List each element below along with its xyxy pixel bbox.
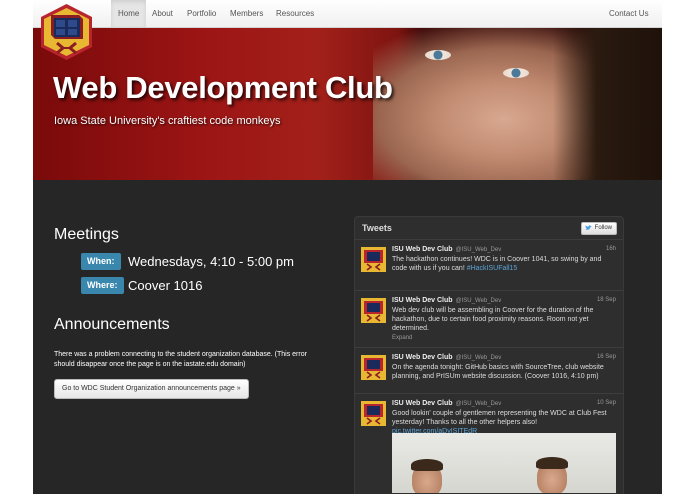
avatar-icon[interactable] bbox=[361, 247, 386, 272]
photo-hair-right bbox=[536, 457, 568, 469]
tweet-expand-link[interactable]: Expand bbox=[392, 335, 412, 341]
avatar-icon[interactable] bbox=[361, 298, 386, 323]
tweet-handle: @ISU_Web_Dev bbox=[455, 247, 502, 253]
meetings-heading: Meetings bbox=[54, 226, 119, 243]
tweet-author[interactable]: ISU Web Dev Club @ISU_Web_Dev bbox=[392, 354, 501, 361]
nav-contact[interactable]: Contact Us bbox=[602, 0, 656, 27]
tweets-widget: Tweets Follow ISU Web Dev Club @ISU_Web_D… bbox=[354, 216, 624, 494]
tweet-date[interactable]: 10 Sep bbox=[597, 400, 616, 406]
announcements-page-button[interactable]: Go to WDC Student Organization announcem… bbox=[54, 379, 249, 399]
when-label: When: bbox=[81, 253, 121, 270]
tweet-hashtag-link[interactable]: #HackISUFall15 bbox=[467, 265, 518, 272]
tweet-author[interactable]: ISU Web Dev Club @ISU_Web_Dev bbox=[392, 400, 501, 407]
tweet-item[interactable]: ISU Web Dev Club @ISU_Web_Dev 18 Sep Web … bbox=[355, 291, 623, 348]
nav-about[interactable]: About bbox=[145, 0, 180, 27]
nav-home[interactable]: Home bbox=[111, 0, 147, 27]
tweet-text: Good lookin' couple of gentlemen represe… bbox=[392, 409, 616, 436]
when-value: Wednesdays, 4:10 - 5:00 pm bbox=[128, 254, 294, 269]
hero-hair-shadow bbox=[553, 28, 662, 180]
where-value: Coover 1016 bbox=[128, 278, 203, 293]
tweet-author-name: ISU Web Dev Club bbox=[392, 297, 453, 304]
hero-subtitle: Iowa State University's craftiest code m… bbox=[54, 115, 281, 127]
tweet-text: Web dev club will be assembling in Coove… bbox=[392, 307, 594, 332]
avatar-icon[interactable] bbox=[361, 355, 386, 380]
hero-eye-left bbox=[425, 50, 451, 60]
tweet-author-name: ISU Web Dev Club bbox=[392, 246, 453, 253]
hero-banner: Web Development Club Iowa State Universi… bbox=[33, 28, 662, 180]
nav-resources[interactable]: Resources bbox=[269, 0, 321, 27]
tweet-text: The hackathon continues! WDC is in Coove… bbox=[392, 255, 616, 273]
navbar: Home About Portfolio Members Resources C… bbox=[33, 0, 662, 28]
tweet-author[interactable]: ISU Web Dev Club @ISU_Web_Dev bbox=[392, 246, 501, 253]
follow-label: Follow bbox=[594, 225, 612, 231]
tweet-handle: @ISU_Web_Dev bbox=[455, 355, 502, 361]
tweet-author[interactable]: ISU Web Dev Club @ISU_Web_Dev bbox=[392, 297, 501, 304]
twitter-bird-icon bbox=[584, 225, 592, 230]
where-label: Where: bbox=[81, 277, 124, 294]
tweet-date[interactable]: 16h bbox=[606, 246, 616, 252]
tweet-photo[interactable] bbox=[392, 433, 616, 493]
tweet-date[interactable]: 16 Sep bbox=[597, 354, 616, 360]
tweet-author-name: ISU Web Dev Club bbox=[392, 400, 453, 407]
tweet-handle: @ISU_Web_Dev bbox=[455, 298, 502, 304]
announcements-error-text: There was a problem connecting to the st… bbox=[54, 351, 307, 368]
tweet-item[interactable]: ISU Web Dev Club @ISU_Web_Dev 16 Sep On t… bbox=[355, 348, 623, 394]
tweet-item[interactable]: ISU Web Dev Club @ISU_Web_Dev 10 Sep Good… bbox=[355, 394, 623, 494]
follow-button[interactable]: Follow bbox=[580, 222, 617, 235]
page: Home About Portfolio Members Resources C… bbox=[33, 0, 662, 494]
tweet-item[interactable]: ISU Web Dev Club @ISU_Web_Dev 16h The hac… bbox=[355, 240, 623, 291]
tweet-handle: @ISU_Web_Dev bbox=[455, 401, 502, 407]
hero-eye-right bbox=[503, 68, 529, 78]
club-logo-icon[interactable] bbox=[39, 3, 94, 61]
tweet-date[interactable]: 18 Sep bbox=[597, 297, 616, 303]
tweets-title: Tweets bbox=[362, 223, 392, 233]
hero-title: Web Development Club bbox=[53, 70, 393, 105]
tweet-text: On the agenda tonight: GitHub basics wit… bbox=[392, 364, 604, 380]
nav-members[interactable]: Members bbox=[223, 0, 270, 27]
photo-hair-left bbox=[411, 459, 443, 471]
tweet-text-body: Good lookin' couple of gentlemen represe… bbox=[392, 410, 607, 426]
tweet-author-name: ISU Web Dev Club bbox=[392, 354, 453, 361]
announcements-heading: Announcements bbox=[54, 316, 170, 333]
avatar-icon[interactable] bbox=[361, 401, 386, 426]
nav-portfolio[interactable]: Portfolio bbox=[180, 0, 223, 27]
tweets-header: Tweets Follow bbox=[355, 217, 623, 240]
